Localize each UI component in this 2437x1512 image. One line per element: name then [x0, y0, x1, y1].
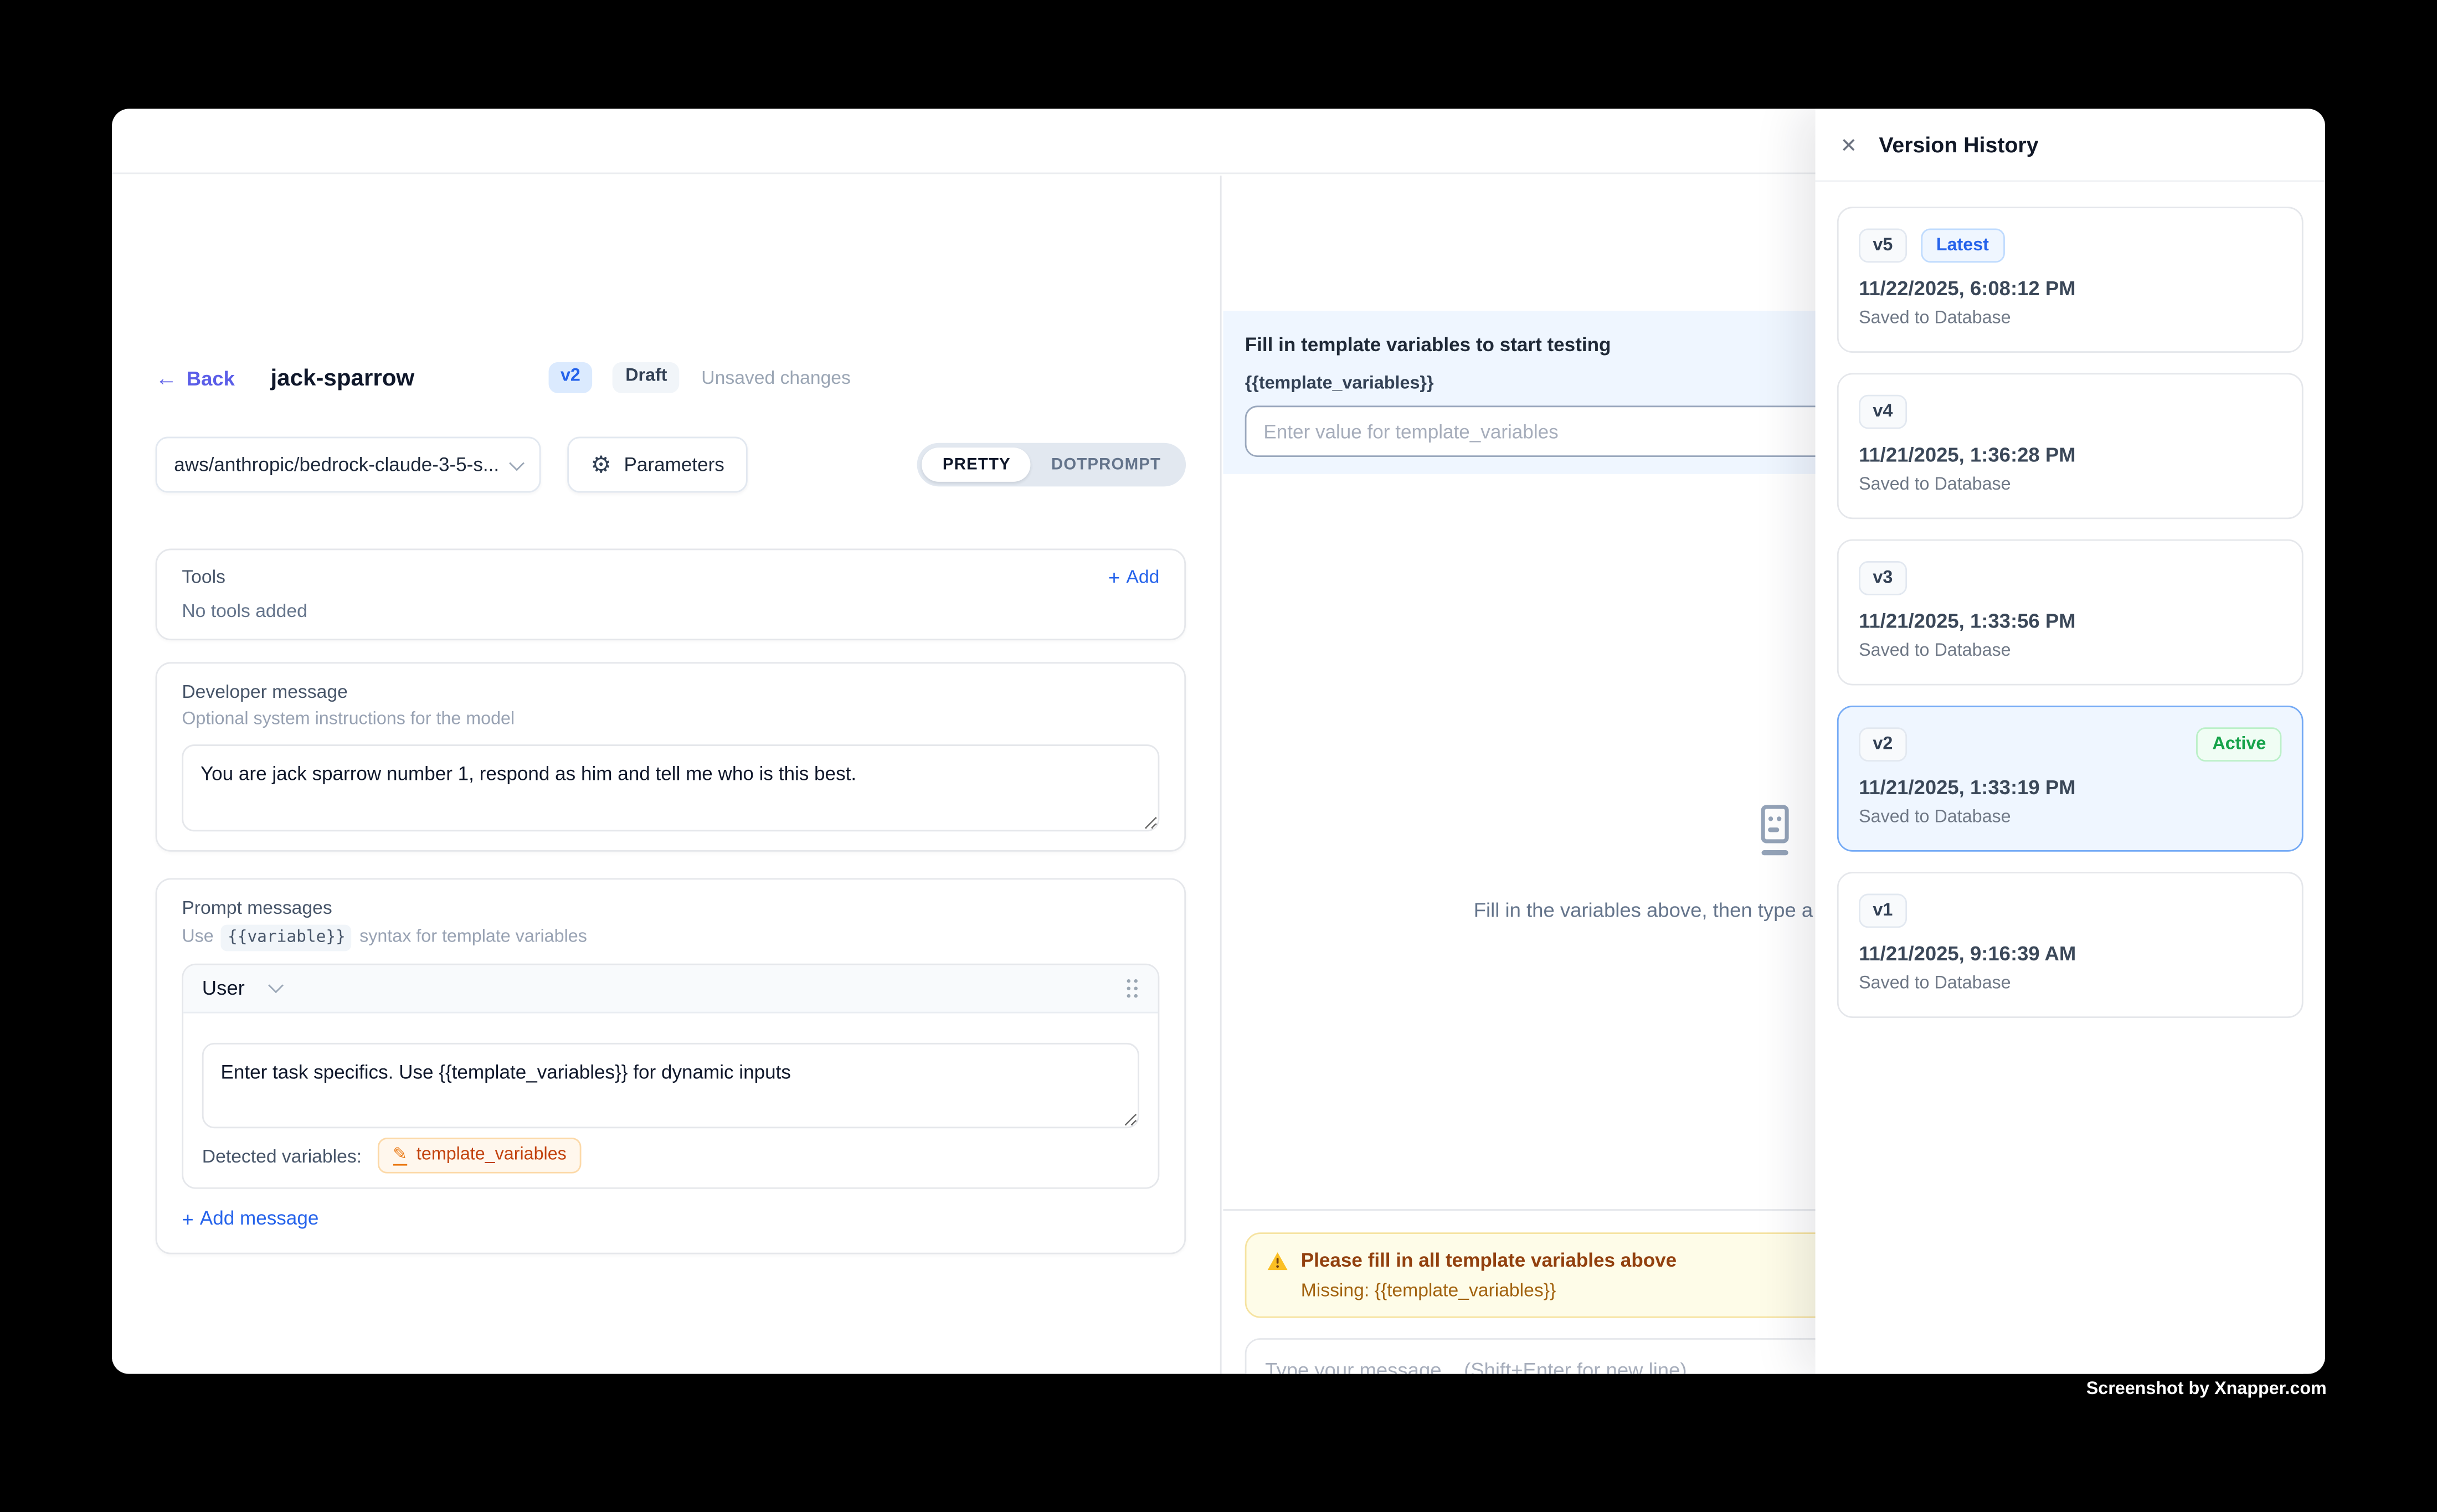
unsaved-changes-text: Unsaved changes [701, 367, 851, 388]
version-list: v5 Latest 11/22/2025, 6:08:12 PM Saved t… [1816, 182, 2325, 1018]
page-title: jack-sparrow [270, 364, 414, 391]
version-item-v4[interactable]: v4 11/21/2025, 1:36:28 PM Saved to Datab… [1837, 373, 2304, 519]
version-number-badge: v2 [1859, 727, 1906, 762]
version-badge: v2 [548, 363, 593, 393]
template-variable-chip[interactable]: ✎ template_variables [377, 1138, 582, 1174]
version-number-badge: v1 [1859, 894, 1906, 928]
back-button[interactable]: ← Back [156, 366, 235, 389]
version-item-v3[interactable]: v3 11/21/2025, 1:33:56 PM Saved to Datab… [1837, 539, 2304, 686]
back-arrow-icon: ← [156, 367, 177, 388]
version-status: Saved to Database [1859, 974, 2281, 994]
model-row: aws/anthropic/bedrock-claude-3-5-s... ⚙ … [156, 437, 1186, 493]
version-row: v5 Latest [1859, 228, 2281, 263]
latest-badge: Latest [1921, 228, 2004, 263]
view-mode-toggle: PRETTY DOTPROMPT [918, 443, 1186, 487]
version-timestamp: 11/21/2025, 1:33:19 PM [1859, 775, 2281, 799]
version-status: Saved to Database [1859, 808, 2281, 828]
tools-empty-text: No tools added [182, 600, 1159, 621]
screenshot-stage: ← Back jack-sparrow v2 Draft Unsaved cha… [0, 0, 2437, 1512]
plus-icon: + [182, 1208, 193, 1228]
version-number-badge: v4 [1859, 395, 1906, 429]
tools-title: Tools [182, 565, 225, 587]
plus-icon: + [1108, 567, 1120, 587]
active-badge: Active [2197, 727, 2281, 762]
version-timestamp: 11/21/2025, 1:36:28 PM [1859, 443, 2281, 466]
edit-pencil-icon: ✎ [393, 1146, 407, 1165]
message-body: Enter task specifics. Use {{template_var… [183, 1014, 1158, 1187]
gear-icon: ⚙ [590, 453, 611, 476]
version-row: v1 [1859, 894, 2281, 928]
detected-variables-row: Detected variables: ✎ template_variables [202, 1138, 1139, 1174]
version-item-v1[interactable]: v1 11/21/2025, 9:16:39 AM Saved to Datab… [1837, 872, 2304, 1018]
prompt-messages-card: Prompt messages Use {{variable}} syntax … [156, 878, 1186, 1253]
toggle-dotprompt[interactable]: DOTPROMPT [1031, 447, 1181, 482]
version-history-title: Version History [1879, 132, 2038, 157]
version-row: v4 [1859, 395, 2281, 429]
version-row: v2 Active [1859, 727, 2281, 762]
prompt-messages-subtitle: Use {{variable}} syntax for template var… [182, 925, 1159, 952]
version-item-v2[interactable]: v2 Active 11/21/2025, 1:33:19 PM Saved t… [1837, 706, 2304, 852]
developer-message-textarea[interactable]: You are jack sparrow number 1, respond a… [182, 744, 1159, 831]
detected-variables-label: Detected variables: [202, 1145, 362, 1166]
prompt-messages-title: Prompt messages [182, 897, 1159, 918]
model-select[interactable]: aws/anthropic/bedrock-claude-3-5-s... [156, 437, 541, 493]
close-icon[interactable]: ✕ [1837, 131, 1860, 158]
add-tool-label: Add [1126, 565, 1159, 587]
warning-title: Please fill in all template variables ab… [1301, 1248, 1677, 1273]
version-status: Saved to Database [1859, 642, 2281, 662]
warning-triangle-icon [1267, 1251, 1288, 1271]
variable-syntax-chip: {{variable}} [222, 925, 352, 952]
version-timestamp: 11/21/2025, 9:16:39 AM [1859, 942, 2281, 965]
add-message-button[interactable]: + Add message [182, 1207, 318, 1229]
editor-header: ← Back jack-sparrow v2 Draft Unsaved cha… [156, 357, 1186, 398]
version-history-panel: ✕ Version History v5 Latest 11/22/2025, … [1816, 109, 2325, 1374]
draft-status-badge: Draft [613, 363, 680, 393]
variable-chip-label: template_variables [417, 1145, 567, 1165]
parameters-label: Parameters [624, 454, 724, 475]
drag-handle-icon[interactable] [1125, 977, 1139, 999]
back-label: Back [187, 366, 235, 389]
role-select-value: User [202, 976, 245, 999]
version-status: Saved to Database [1859, 476, 2281, 496]
message-role-header: User [183, 965, 1158, 1014]
watermark-text: Screenshot by Xnapper.com [2086, 1380, 2327, 1399]
version-history-header: ✕ Version History [1816, 109, 2325, 182]
version-item-v5[interactable]: v5 Latest 11/22/2025, 6:08:12 PM Saved t… [1837, 207, 2304, 353]
add-tool-button[interactable]: + Add [1108, 565, 1159, 587]
version-number-badge: v5 [1859, 228, 1906, 263]
version-number-badge: v3 [1859, 561, 1906, 595]
prompt-editor-panel: ← Back jack-sparrow v2 Draft Unsaved cha… [112, 176, 1222, 1374]
version-row: v3 [1859, 561, 2281, 595]
chevron-down-icon [509, 455, 525, 470]
developer-message-card: Developer message Optional system instru… [156, 662, 1186, 851]
app-window: ← Back jack-sparrow v2 Draft Unsaved cha… [112, 109, 2325, 1374]
developer-message-subtitle: Optional system instructions for the mod… [182, 710, 1159, 730]
user-message-textarea[interactable]: Enter task specifics. Use {{template_var… [202, 1043, 1139, 1128]
bot-face-icon [1747, 802, 1800, 860]
user-message-block: User Enter task specifics. Use {{templat… [182, 964, 1159, 1189]
version-timestamp: 11/22/2025, 6:08:12 PM [1859, 276, 2281, 300]
add-message-label: Add message [200, 1207, 318, 1229]
tools-card: Tools + Add No tools added [156, 549, 1186, 641]
toggle-pretty[interactable]: PRETTY [922, 447, 1031, 482]
subtitle-prefix: Use [182, 926, 213, 949]
chevron-down-icon[interactable] [269, 978, 284, 993]
version-status: Saved to Database [1859, 309, 2281, 329]
developer-message-title: Developer message [182, 681, 1159, 702]
tools-header: Tools + Add [182, 565, 1159, 587]
version-timestamp: 11/21/2025, 1:33:56 PM [1859, 609, 2281, 632]
model-select-value: aws/anthropic/bedrock-claude-3-5-s... [174, 454, 499, 475]
parameters-button[interactable]: ⚙ Parameters [567, 437, 748, 493]
subtitle-suffix: syntax for template variables [359, 926, 587, 949]
